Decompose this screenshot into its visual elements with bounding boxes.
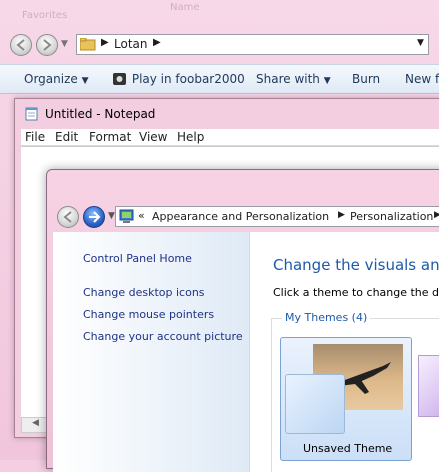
organize-button[interactable]: Organize ▼ [24,72,89,86]
change-desktop-icons-link[interactable]: Change desktop icons [83,286,205,299]
breadcrumb-chevron-icon[interactable]: ▶ [101,37,109,48]
arrow-right-icon [43,39,52,51]
chevron-down-icon: ▼ [81,76,89,86]
play-button[interactable]: Play in foobar2000 [112,72,245,86]
breadcrumb-folder[interactable]: Lotan [114,37,147,51]
menu-view[interactable]: View [139,130,167,144]
cp-content: Control Panel Home Change desktop icons … [53,232,439,472]
recent-pages-dropdown-icon[interactable]: ▼ [108,211,115,221]
change-mouse-pointers-link[interactable]: Change mouse pointers [83,308,214,321]
theme-tile-next[interactable] [418,355,439,417]
breadcrumb-overflow[interactable]: « [138,209,145,222]
control-panel-icon [119,209,134,223]
menu-edit[interactable]: Edit [55,130,78,144]
arrow-left-icon [63,211,72,223]
cp-address-bar[interactable]: « Appearance and Personalization ▶ Perso… [115,206,439,227]
folder-icon [80,38,96,51]
share-with-button[interactable]: Share with ▼ [256,72,331,86]
breadcrumb-chevron-icon[interactable]: ▶ [153,37,161,48]
play-label: Play in foobar2000 [131,72,245,86]
cp-back-button[interactable] [57,206,79,228]
ghost-name: Name [170,2,200,13]
scroll-left-icon[interactable]: ◀ [32,418,39,428]
theme-window-preview [285,374,345,434]
new-folder-button[interactable]: New fo [405,72,439,86]
share-label: Share with [256,72,320,86]
recent-pages-dropdown-icon[interactable]: ▼ [61,39,68,49]
breadcrumb-chevron-icon[interactable]: ▶ [434,210,439,220]
breadcrumb-appearance[interactable]: Appearance and Personalization [152,210,329,223]
explorer-back-button[interactable] [10,34,32,56]
arrow-left-icon [16,39,25,51]
address-dropdown-icon[interactable]: ▼ [417,38,424,48]
notepad-menu-bar: File Edit Format View Help [21,129,439,145]
menu-file[interactable]: File [25,130,45,144]
breadcrumb-personalization[interactable]: Personalization [350,210,433,223]
arrow-right-icon [89,211,101,223]
control-panel-window: ▼ « Appearance and Personalization ▶ Per… [46,169,439,472]
cp-sidebar: Control Panel Home Change desktop icons … [53,232,250,472]
notepad-icon [25,107,38,121]
explorer-address-bar[interactable]: ▶ Lotan ▶ ▼ [76,34,429,55]
burn-button[interactable]: Burn [352,72,380,86]
page-heading: Change the visuals and s [273,256,439,274]
foobar-icon [113,73,126,85]
ghost-favorites: Favorites [22,10,68,21]
page-subtext: Click a theme to change the desk [273,286,439,299]
menu-format[interactable]: Format [89,130,131,144]
chevron-down-icon: ▼ [323,76,331,86]
notepad-title: Untitled - Notepad [45,107,156,121]
control-panel-home-link[interactable]: Control Panel Home [83,252,192,265]
theme-tile-unsaved[interactable]: Unsaved Theme [280,337,412,461]
cp-forward-button[interactable] [83,206,105,228]
explorer-toolbar: Organize ▼ Play in foobar2000 Share with… [0,64,439,94]
change-account-picture-link[interactable]: Change your account picture [83,330,243,343]
my-themes-group-title: My Themes (4) [282,311,371,324]
theme-label: Unsaved Theme [303,442,393,455]
explorer-forward-button[interactable] [36,34,58,56]
breadcrumb-chevron-icon[interactable]: ▶ [338,210,345,220]
themes-gallery: My Themes (4) Unsaved Theme [271,311,439,472]
organize-label: Organize [24,72,78,86]
menu-help[interactable]: Help [177,130,204,144]
cp-main: Change the visuals and s Click a theme t… [249,232,439,472]
